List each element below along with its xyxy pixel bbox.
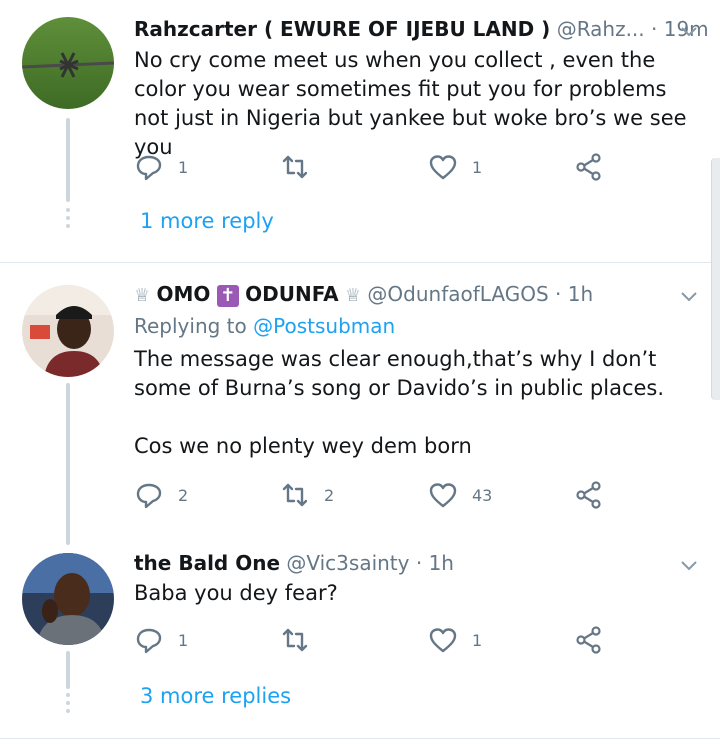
scrollbar[interactable] — [711, 158, 720, 400]
thread-dots — [66, 693, 70, 717]
crown-emoji: ♕ — [134, 285, 151, 306]
reply-icon — [136, 628, 162, 654]
display-name-part-2[interactable]: ODUNFA — [245, 282, 338, 306]
cross-emoji: ✝ — [216, 284, 239, 307]
tweet-header: the Bald One @Vic3sainty · 1h — [134, 548, 700, 578]
like-count: 1 — [472, 157, 483, 177]
avatar-odunfa[interactable] — [22, 285, 114, 377]
retweet-icon — [282, 155, 308, 179]
reply-button[interactable]: 1 — [134, 625, 188, 655]
tweet-actions: 1 1 — [134, 152, 614, 182]
reply-count: 2 — [178, 485, 189, 505]
avatar-rahzcarter[interactable] — [22, 17, 114, 109]
reply-icon — [136, 155, 162, 181]
tweet-text: Baba you dey fear? — [134, 581, 338, 605]
heart-icon — [429, 628, 457, 653]
retweet-icon — [282, 628, 308, 652]
tweet-1[interactable]: Rahzcarter ( EWURE OF IJEBU LAND ) @Rahz… — [0, 0, 720, 262]
replying-to-handle[interactable]: @Postsubman — [253, 314, 395, 338]
retweet-button[interactable]: 2 — [280, 480, 334, 510]
reply-button[interactable]: 2 — [134, 480, 188, 510]
like-count: 1 — [472, 630, 483, 650]
tweet-actions: 2 2 43 — [134, 480, 614, 510]
like-button[interactable]: 1 — [428, 152, 482, 182]
share-button[interactable] — [574, 480, 604, 510]
user-handle[interactable]: @OdunfaofLAGOS — [367, 282, 548, 306]
display-name[interactable]: Rahzcarter ( EWURE OF IJEBU LAND ) — [134, 17, 550, 41]
chevron-down-icon[interactable] — [680, 287, 698, 305]
retweet-button[interactable] — [280, 625, 324, 655]
more-replies-link[interactable]: 3 more replies — [140, 681, 291, 711]
like-button[interactable]: 43 — [428, 480, 492, 510]
display-name-part-1[interactable]: OMO — [157, 282, 211, 306]
timestamp[interactable]: 1h — [429, 551, 454, 575]
retweet-button[interactable] — [280, 152, 324, 182]
crown-emoji: ♕ — [344, 285, 362, 306]
thread-dots — [66, 208, 70, 232]
tweet-2[interactable]: ♕ OMO ✝ ODUNFA ♕ @OdunfaofLAGOS · 1h Rep… — [0, 263, 720, 545]
user-handle[interactable]: @Rahz... — [557, 17, 645, 41]
share-button[interactable] — [574, 152, 604, 182]
thread-line — [66, 383, 70, 545]
timestamp[interactable]: 1h — [568, 282, 593, 306]
replying-to: Replying to @Postsubman — [134, 311, 395, 341]
tweet-3[interactable]: the Bald One @Vic3sainty · 1h Baba you d… — [0, 545, 720, 745]
share-icon — [576, 153, 601, 181]
share-icon — [576, 481, 601, 509]
share-icon — [576, 626, 601, 654]
reply-count: 1 — [178, 157, 189, 177]
tweet-header: Rahzcarter ( EWURE OF IJEBU LAND ) @Rahz… — [134, 14, 709, 44]
retweet-count: 2 — [324, 485, 335, 505]
divider — [0, 738, 720, 739]
share-button[interactable] — [574, 625, 604, 655]
display-name[interactable]: the Bald One — [134, 551, 280, 575]
heart-icon — [429, 155, 457, 180]
like-count: 43 — [472, 485, 493, 505]
chevron-down-icon[interactable] — [680, 22, 698, 40]
reply-count: 1 — [178, 630, 189, 650]
like-button[interactable]: 1 — [428, 625, 482, 655]
reply-button[interactable]: 1 — [134, 152, 188, 182]
tweet-text: The message was clear enough,that’s why … — [134, 347, 665, 458]
tweet-actions: 1 1 — [134, 625, 614, 655]
replying-to-label: Replying to — [134, 314, 247, 338]
chevron-down-icon[interactable] — [680, 556, 698, 574]
avatar-bald-one[interactable] — [22, 553, 114, 645]
tweet-header: ♕ OMO ✝ ODUNFA ♕ @OdunfaofLAGOS · 1h — [134, 279, 700, 309]
more-replies-link[interactable]: 1 more reply — [140, 206, 274, 236]
user-handle[interactable]: @Vic3sainty — [286, 551, 409, 575]
heart-icon — [429, 483, 457, 508]
separator-dot: · — [555, 282, 562, 306]
tweet-text: No cry come meet us when you collect , e… — [134, 48, 694, 159]
separator-dot: · — [415, 551, 423, 575]
reply-icon — [136, 483, 162, 509]
separator-dot: · — [651, 17, 658, 41]
thread-line — [66, 118, 70, 202]
retweet-icon — [282, 483, 308, 507]
thread-line — [66, 651, 70, 689]
